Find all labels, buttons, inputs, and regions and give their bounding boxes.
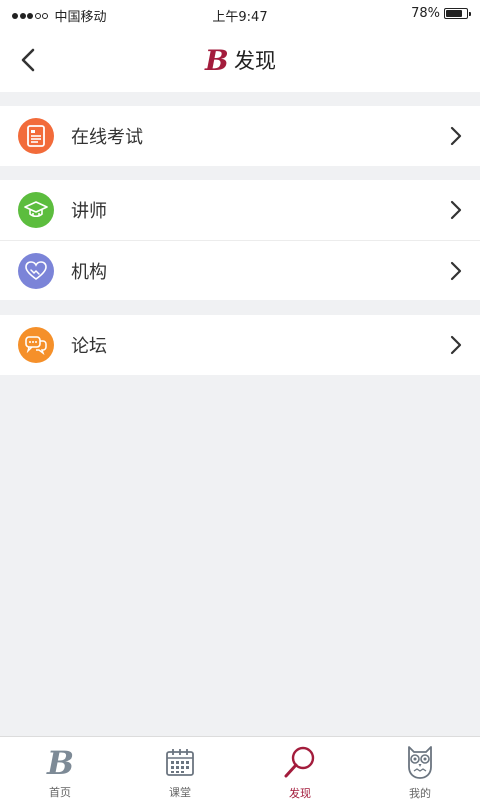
chevron-right-icon [450, 261, 462, 281]
exam-paper-icon [18, 118, 54, 154]
owl-icon [403, 745, 437, 779]
list-item-forum[interactable]: 论坛 [0, 315, 480, 375]
tab-label: 发现 [289, 787, 311, 800]
brand-b-logo-icon: B [204, 46, 228, 74]
list-item-online-exam[interactable]: 在线考试 [0, 106, 480, 166]
list-item-label: 机构 [71, 261, 107, 283]
svg-text:B: B [204, 46, 228, 74]
chevron-left-icon [21, 48, 35, 72]
chevron-right-icon [450, 335, 462, 355]
nav-bar: B 发现 [0, 28, 480, 92]
handshake-heart-icon [18, 252, 54, 289]
page-title: B 发现 [0, 28, 480, 92]
battery-icon [444, 8, 471, 19]
magnifier-icon [283, 745, 317, 779]
status-time: 上午9:47 [212, 10, 268, 25]
chevron-right-icon [450, 200, 462, 220]
battery-percent: 78% [411, 6, 440, 21]
tab-label: 我的 [409, 787, 431, 800]
list-group-forum: 论坛 [0, 315, 480, 375]
tab-mine[interactable]: 我的 [360, 737, 480, 800]
home-b-logo-icon: B [43, 745, 77, 778]
status-right: 78% [411, 6, 471, 21]
back-button[interactable] [10, 42, 46, 78]
list-item-label: 论坛 [71, 336, 107, 357]
tab-label: 课堂 [169, 786, 191, 799]
list-item-organization[interactable]: 机构 [0, 240, 480, 300]
list-item-label: 在线考试 [71, 127, 143, 148]
tab-classroom[interactable]: 课堂 [120, 737, 240, 800]
status-bar: 中国移动 上午9:47 78% [0, 0, 480, 28]
calendar-icon [163, 745, 197, 778]
list-group-exam: 在线考试 [0, 106, 480, 166]
list-item-label: 讲师 [71, 201, 107, 222]
battery-fill [446, 10, 462, 17]
tab-discover[interactable]: 发现 [240, 737, 360, 800]
svg-text:B: B [46, 746, 74, 778]
tab-label: 首页 [49, 786, 71, 799]
tab-bar: B 首页 课堂 发现 我的 [0, 736, 480, 800]
chevron-right-icon [450, 126, 462, 146]
chat-bubbles-icon [18, 327, 54, 363]
nav-title-text: 发现 [234, 49, 276, 73]
list-item-teacher[interactable]: 讲师 [0, 180, 480, 240]
list-group-people: 讲师 机构 [0, 180, 480, 300]
graduation-cap-icon [18, 192, 54, 228]
tab-home[interactable]: B 首页 [0, 737, 120, 800]
